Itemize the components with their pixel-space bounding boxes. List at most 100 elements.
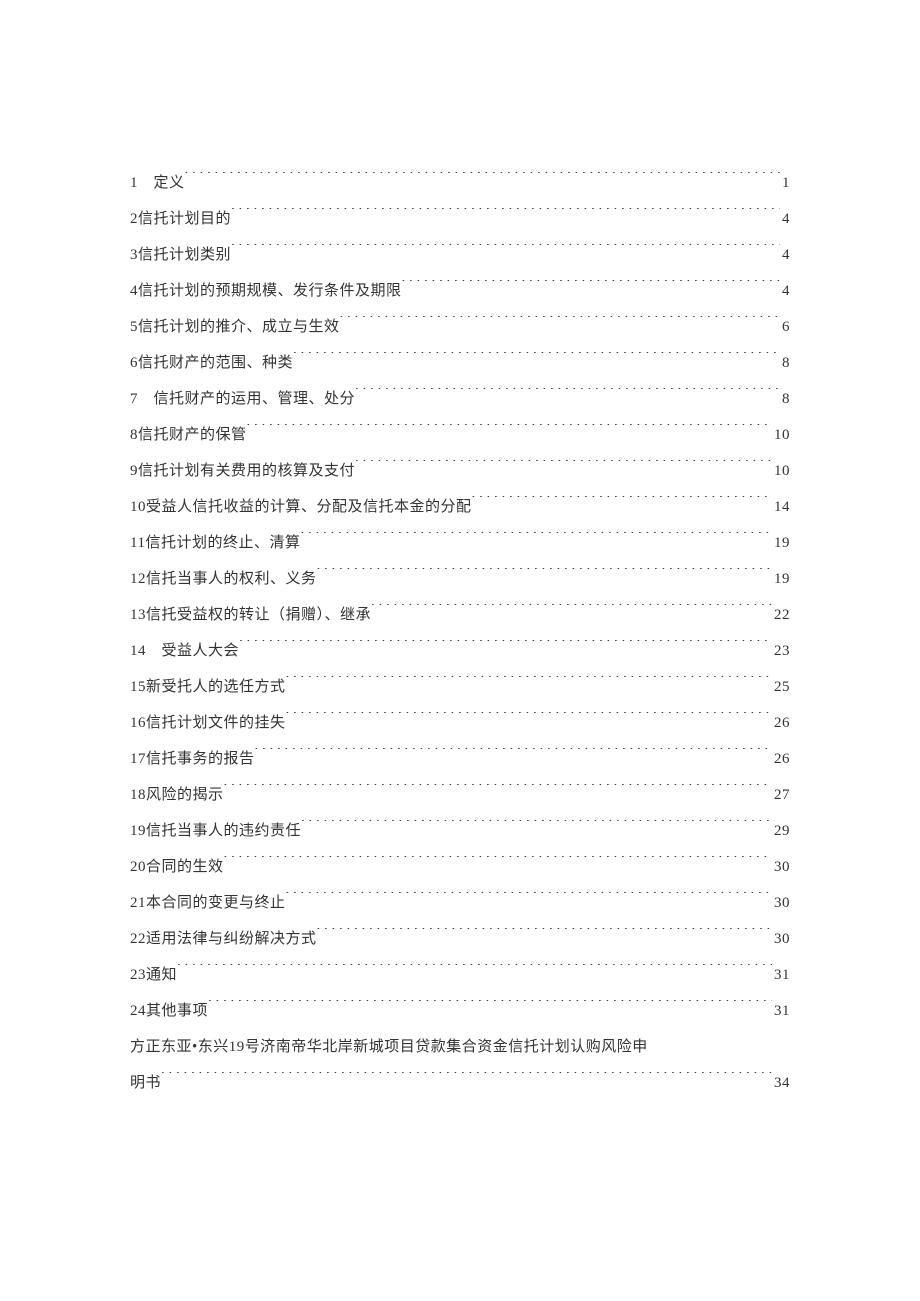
- toc-leader: [161, 1072, 772, 1087]
- toc-page-number: 30: [772, 921, 790, 957]
- toc-page-number: 23: [772, 633, 790, 669]
- toc-leader: [293, 352, 780, 367]
- toc-title: 信托财产的运用、管理、处分: [138, 381, 355, 417]
- toc-number: 1: [130, 165, 138, 201]
- toc-entry: 13信托受益权的转让（捐赠）、继承22: [130, 597, 790, 633]
- toc-number: 2: [130, 201, 138, 237]
- toc-entry: 20合同的生效30: [130, 849, 790, 885]
- toc-entry: 10受益人信托收益的计算、分配及信托本金的分配14: [130, 489, 790, 525]
- toc-page-number: 10: [772, 417, 790, 453]
- toc-page-number: 30: [772, 849, 790, 885]
- toc-title: 定义: [138, 165, 185, 201]
- toc-leader: [231, 208, 780, 223]
- toc-number: 22: [130, 921, 146, 957]
- toc-number: 4: [130, 273, 138, 309]
- toc-leader: [286, 712, 772, 727]
- toc-title: 合同的生效: [146, 849, 224, 885]
- toc-leader: [177, 964, 772, 979]
- toc-number: 8: [130, 417, 138, 453]
- toc-entry: 14 受益人大会 23: [130, 633, 790, 669]
- toc-number: 5: [130, 309, 138, 345]
- toc-page-number: 26: [772, 741, 790, 777]
- toc-entry: 16信托计划文件的挂失26: [130, 705, 790, 741]
- toc-leader: [247, 424, 772, 439]
- toc-entry: 18风险的揭示 27: [130, 777, 790, 813]
- toc-title: 信托计划目的: [138, 201, 231, 237]
- toc-page-number: 19: [772, 525, 790, 561]
- toc-number: 21: [130, 885, 146, 921]
- toc-entry: 9信托计划有关费用的核算及支付 10: [130, 453, 790, 489]
- toc-title: 风险的揭示: [146, 777, 224, 813]
- toc-entry: 15新受托人的选任方式25: [130, 669, 790, 705]
- toc-number: 11: [130, 525, 145, 561]
- toc-title: 信托计划的终止、清算: [145, 525, 300, 561]
- toc-leader: [355, 388, 780, 403]
- toc-entry: 17信托事务的报告 26: [130, 741, 790, 777]
- toc-page-number: 8: [780, 381, 790, 417]
- appendix-title-line2: 明书: [130, 1065, 161, 1101]
- toc-page-number: 29: [772, 813, 790, 849]
- toc-entry: 8信托财产的保管 10: [130, 417, 790, 453]
- toc-leader: [355, 460, 772, 475]
- toc-title: 受益人大会: [146, 633, 239, 669]
- toc-title: 信托财产的范围、种类: [138, 345, 293, 381]
- toc-page-number: 31: [772, 993, 790, 1029]
- toc-page-number: 19: [772, 561, 790, 597]
- toc-entry: 12信托当事人的权利、义务19: [130, 561, 790, 597]
- toc-page-number: 10: [772, 453, 790, 489]
- toc-number: 10: [130, 489, 146, 525]
- toc-title: 信托当事人的权利、义务: [146, 561, 317, 597]
- toc-title: 通知: [146, 957, 177, 993]
- toc-title: 信托事务的报告: [146, 741, 255, 777]
- toc-number: 9: [130, 453, 138, 489]
- toc-entry: 2信托计划目的 4: [130, 201, 790, 237]
- toc-page-number: 27: [772, 777, 790, 813]
- toc-leader: [301, 820, 772, 835]
- toc-number: 7: [130, 381, 138, 417]
- toc-leader: [224, 856, 772, 871]
- toc-page-number: 25: [772, 669, 790, 705]
- toc-leader: [317, 568, 772, 583]
- toc-number: 23: [130, 957, 146, 993]
- table-of-contents: 1 定义12信托计划目的43信托计划类别44信托计划的预期规模、发行条件及期限4…: [130, 165, 790, 1029]
- toc-leader: [239, 640, 772, 655]
- toc-page-number: 26: [772, 705, 790, 741]
- toc-title: 本合同的变更与终止: [146, 885, 286, 921]
- toc-number: 19: [130, 813, 146, 849]
- toc-number: 24: [130, 993, 146, 1029]
- toc-entry: 22适用法律与纠纷解决方式 30: [130, 921, 790, 957]
- toc-number: 13: [130, 597, 146, 633]
- toc-entry: 11信托计划的终止、清算 19: [130, 525, 790, 561]
- toc-leader: [231, 244, 780, 259]
- toc-number: 6: [130, 345, 138, 381]
- toc-number: 14: [130, 633, 146, 669]
- toc-leader: [286, 892, 772, 907]
- toc-leader: [340, 316, 780, 331]
- toc-title: 信托财产的保管: [138, 417, 247, 453]
- appendix-entry: 明书 34: [130, 1065, 790, 1101]
- toc-entry: 1 定义1: [130, 165, 790, 201]
- toc-page-number: 6: [780, 309, 790, 345]
- toc-page-number: 4: [780, 201, 790, 237]
- toc-number: 17: [130, 741, 146, 777]
- toc-page-number: 4: [780, 273, 790, 309]
- toc-entry: 24其他事项31: [130, 993, 790, 1029]
- toc-entry: 5信托计划的推介、成立与生效 6: [130, 309, 790, 345]
- toc-title: 信托受益权的转让（捐赠）、继承: [146, 597, 371, 633]
- toc-leader: [371, 604, 772, 619]
- toc-entry: 7 信托财产的运用、管理、处分 8: [130, 381, 790, 417]
- toc-number: 18: [130, 777, 146, 813]
- appendix-page-number: 34: [772, 1065, 790, 1101]
- toc-leader: [224, 784, 772, 799]
- toc-title: 新受托人的选任方式: [146, 669, 286, 705]
- toc-entry: 4信托计划的预期规模、发行条件及期限4: [130, 273, 790, 309]
- toc-leader: [208, 1000, 772, 1015]
- toc-page-number: 4: [780, 237, 790, 273]
- toc-title: 信托计划的推介、成立与生效: [138, 309, 340, 345]
- toc-title: 信托计划文件的挂失: [146, 705, 286, 741]
- toc-title: 信托计划有关费用的核算及支付: [138, 453, 355, 489]
- toc-title: 适用法律与纠纷解决方式: [146, 921, 317, 957]
- toc-leader: [255, 748, 772, 763]
- toc-entry: 21本合同的变更与终止30: [130, 885, 790, 921]
- toc-leader: [185, 172, 780, 187]
